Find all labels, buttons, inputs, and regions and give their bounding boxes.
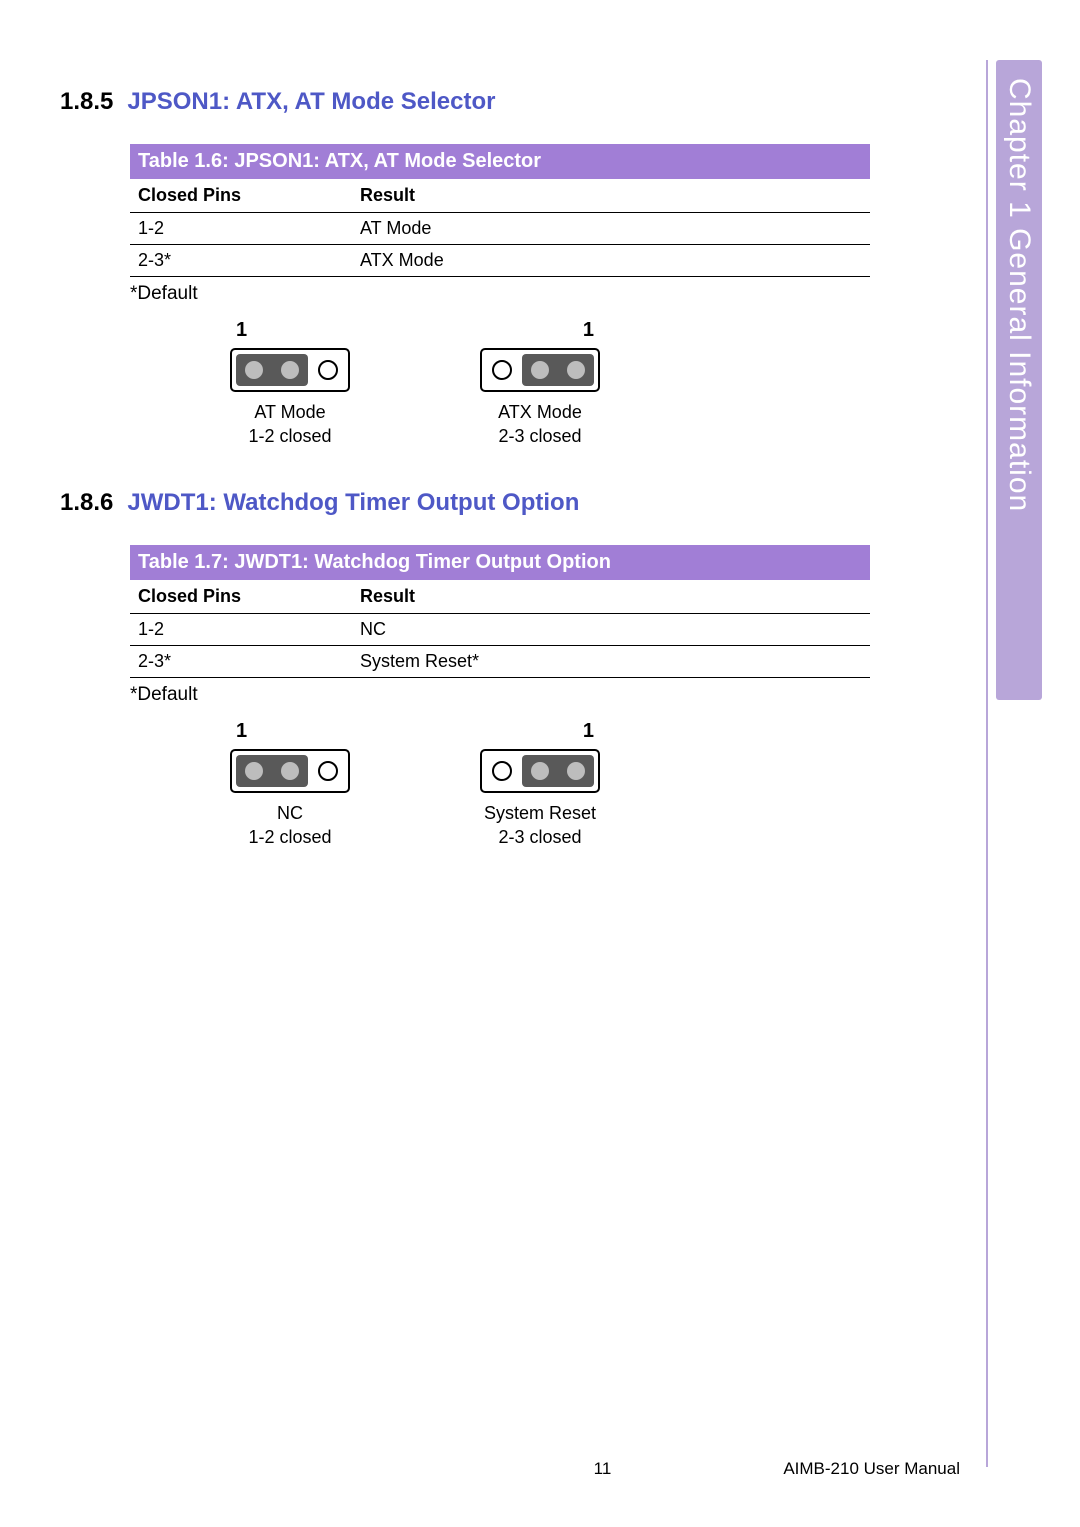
jumper-diagram-row: 1 NC 1-2 closed 1 <box>230 720 870 850</box>
section-title: JWDT1: Watchdog Timer Output Option <box>127 489 579 517</box>
jpson1-table: Table 1.6: JPSON1: ATX, AT Mode Selector… <box>130 144 870 277</box>
page-number: 11 <box>422 1459 784 1479</box>
caption-line2: 2-3 closed <box>484 825 596 849</box>
chapter-tab-text: Chapter 1 General Information <box>1002 60 1036 512</box>
jumper-caption: ATX Mode 2-3 closed <box>498 400 582 449</box>
jumper-nc: 1 NC 1-2 closed <box>230 720 350 850</box>
result-cell: AT Mode <box>352 213 870 245</box>
section-heading: 1.8.6 JWDT1: Watchdog Timer Output Optio… <box>60 489 870 517</box>
vertical-rule <box>986 60 988 1467</box>
section-title: JPSON1: ATX, AT Mode Selector <box>127 88 495 116</box>
table-row: 1-2 NC <box>130 613 870 645</box>
section-number: 1.8.6 <box>60 489 113 517</box>
default-note: *Default <box>130 684 870 706</box>
jumper-svg-23closed <box>480 749 600 793</box>
table-title: Table 1.7: JWDT1: Watchdog Timer Output … <box>130 545 870 580</box>
default-note: *Default <box>130 283 870 305</box>
caption-line1: ATX Mode <box>498 400 582 424</box>
pin1-label: 1 <box>236 319 247 342</box>
caption-line1: AT Mode <box>248 400 331 424</box>
table-row: 2-3* System Reset* <box>130 645 870 677</box>
result-cell: NC <box>352 613 870 645</box>
pin1-label: 1 <box>583 319 594 342</box>
jumper-svg-23closed <box>480 348 600 392</box>
col-head-pins: Closed Pins <box>130 179 352 213</box>
caption-line2: 2-3 closed <box>498 424 582 448</box>
jwdt1-table: Table 1.7: JWDT1: Watchdog Timer Output … <box>130 545 870 678</box>
pins-cell: 2-3* <box>130 645 352 677</box>
pin1-label: 1 <box>583 720 594 743</box>
col-head-pins: Closed Pins <box>130 580 352 614</box>
table-row: 1-2 AT Mode <box>130 213 870 245</box>
manual-name: AIMB-210 User Manual <box>783 1459 960 1479</box>
chapter-tab: Chapter 1 General Information <box>996 60 1042 700</box>
jumper-svg-12closed <box>230 348 350 392</box>
page-footer: 11 AIMB-210 User Manual <box>60 1459 960 1479</box>
section-number: 1.8.5 <box>60 88 113 116</box>
pins-cell: 1-2 <box>130 213 352 245</box>
col-head-result: Result <box>352 580 870 614</box>
caption-line2: 1-2 closed <box>248 825 331 849</box>
col-head-result: Result <box>352 179 870 213</box>
jumper-system-reset: 1 System Reset 2-3 closed <box>480 720 600 850</box>
pins-cell: 1-2 <box>130 613 352 645</box>
jumper-caption: AT Mode 1-2 closed <box>248 400 331 449</box>
jumper-caption: System Reset 2-3 closed <box>484 801 596 850</box>
table-title: Table 1.6: JPSON1: ATX, AT Mode Selector <box>130 144 870 179</box>
jumper-diagram-row: 1 AT Mode 1-2 closed 1 <box>230 319 870 449</box>
result-cell: ATX Mode <box>352 245 870 277</box>
jumper-at-mode: 1 AT Mode 1-2 closed <box>230 319 350 449</box>
caption-line1: System Reset <box>484 801 596 825</box>
jumper-svg-12closed <box>230 749 350 793</box>
pin1-label: 1 <box>236 720 247 743</box>
table-row: 2-3* ATX Mode <box>130 245 870 277</box>
jumper-caption: NC 1-2 closed <box>248 801 331 850</box>
caption-line1: NC <box>248 801 331 825</box>
jumper-atx-mode: 1 ATX Mode 2-3 closed <box>480 319 600 449</box>
pins-cell: 2-3* <box>130 245 352 277</box>
caption-line2: 1-2 closed <box>248 424 331 448</box>
section-heading: 1.8.5 JPSON1: ATX, AT Mode Selector <box>60 88 870 116</box>
result-cell: System Reset* <box>352 645 870 677</box>
